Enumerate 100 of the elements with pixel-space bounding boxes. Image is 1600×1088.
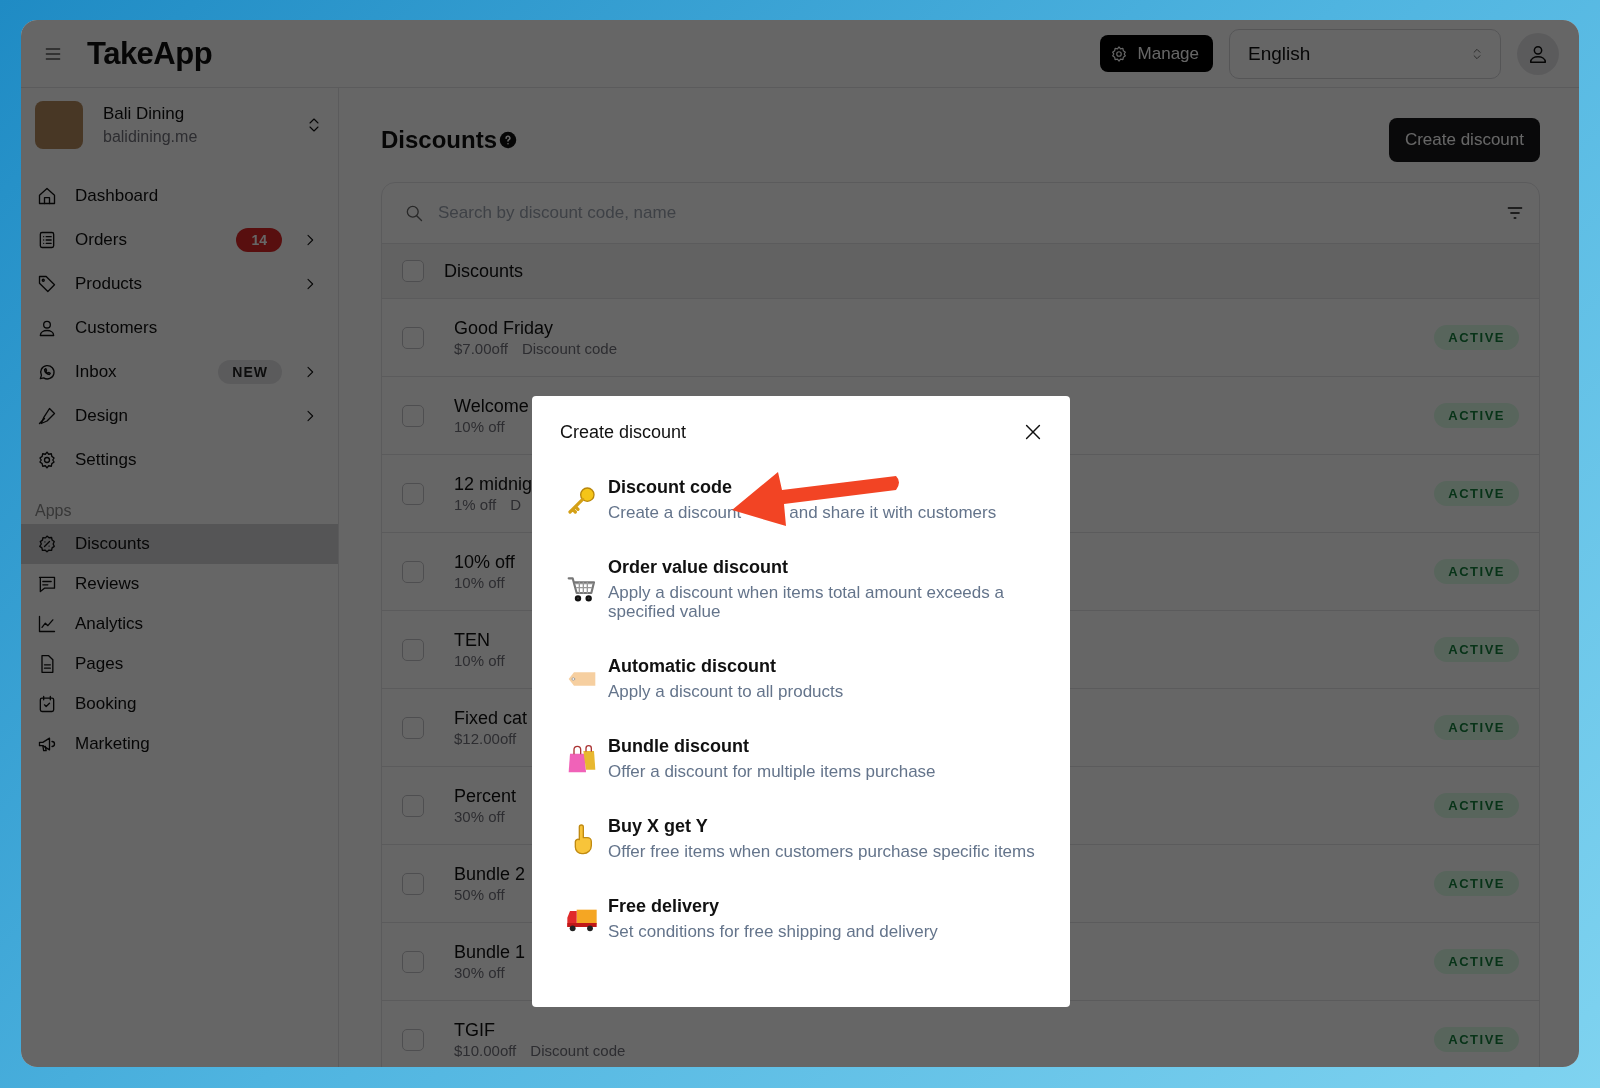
sidebar-item[interactable]: Orders 14 bbox=[21, 218, 338, 262]
new-badge: NEW bbox=[218, 360, 282, 384]
discount-option[interactable]: Order value discount Apply a discount when items total amount exceeds a specified value bbox=[560, 557, 1044, 621]
discount-amount: $12.00off bbox=[454, 730, 517, 747]
option-description: Apply a discount to all products bbox=[608, 682, 844, 701]
status-badge: ACTIVE bbox=[1434, 793, 1519, 818]
discount-type: D bbox=[510, 496, 522, 513]
option-description: and share it with customers bbox=[789, 503, 997, 522]
discount-name: 10% off bbox=[454, 552, 515, 573]
discount-amount: $7.00off bbox=[454, 340, 508, 357]
user-avatar[interactable] bbox=[1517, 32, 1559, 75]
sidebar-item[interactable]: Products bbox=[21, 262, 338, 306]
discount-option[interactable]: Buy X get Y Offer free items when customers purchase specific items bbox=[560, 816, 1044, 861]
status-badge: ACTIVE bbox=[1434, 1027, 1519, 1052]
checkbox[interactable] bbox=[402, 560, 424, 583]
discount-option[interactable]: Bundle discount Offer a discount for multiple items purchase bbox=[560, 736, 1044, 781]
discount-name: Percent bbox=[454, 786, 517, 807]
option-title: Free delivery bbox=[608, 896, 721, 917]
store-name: Bali Dining bbox=[103, 104, 186, 124]
discount-amount: 10% off bbox=[454, 574, 505, 591]
sidebar-item[interactable]: Booking bbox=[21, 684, 338, 724]
status-badge: ACTIVE bbox=[1434, 403, 1519, 428]
app-logo: TakeApp bbox=[87, 35, 213, 72]
discount-amount: 30% off bbox=[454, 808, 505, 825]
checkbox[interactable] bbox=[402, 638, 424, 661]
sidebar-item[interactable]: Inbox NEW bbox=[21, 350, 338, 394]
checkbox[interactable] bbox=[402, 716, 424, 739]
column-header: Discounts bbox=[444, 260, 524, 282]
option-title: Discount code bbox=[608, 477, 733, 498]
sidebar-item[interactable]: Marketing bbox=[21, 724, 338, 764]
discount-name: TGIF bbox=[454, 1020, 495, 1041]
discount-amount: 1% off bbox=[454, 496, 497, 513]
user-icon bbox=[37, 318, 57, 338]
option-description: Create a discount bbox=[608, 503, 742, 522]
create-discount-button[interactable]: Create discount bbox=[1388, 118, 1540, 162]
help-icon bbox=[499, 131, 517, 149]
store-switcher[interactable]: Bali Dining balidining.me bbox=[21, 88, 338, 162]
sidebar-item[interactable]: Pages bbox=[21, 644, 338, 684]
manage-button[interactable]: Manage bbox=[1099, 35, 1213, 72]
shopping-bags-icon bbox=[566, 742, 598, 775]
discount-amount: 30% off bbox=[454, 964, 505, 981]
tag-icon bbox=[37, 274, 57, 294]
checkbox[interactable] bbox=[402, 872, 424, 895]
count-badge: 14 bbox=[236, 228, 282, 252]
discount-type: Discount code bbox=[530, 1042, 626, 1059]
option-description: Apply a discount when items total amount exceeds a specified value bbox=[608, 583, 1005, 621]
option-title: Buy X get Y bbox=[608, 816, 709, 837]
checkbox[interactable] bbox=[402, 326, 424, 349]
status-badge: ACTIVE bbox=[1434, 949, 1519, 974]
option-title: Bundle discount bbox=[608, 736, 750, 757]
search-icon bbox=[404, 203, 424, 223]
discount-amount: 50% off bbox=[454, 886, 505, 903]
checkbox[interactable] bbox=[402, 482, 424, 505]
discount-type: Discount code bbox=[521, 340, 617, 357]
line-chart-icon bbox=[37, 614, 57, 634]
option-description: Offer free items when customers purchase specific items bbox=[608, 842, 1035, 861]
option-description: Set conditions for free shipping and delivery bbox=[608, 922, 938, 941]
home-icon bbox=[37, 186, 57, 206]
settings-icon bbox=[37, 450, 57, 470]
sidebar-item[interactable]: Customers bbox=[21, 306, 338, 350]
status-badge: ACTIVE bbox=[1434, 559, 1519, 584]
discount-option[interactable]: Discount code Create a discount and share it with customers bbox=[560, 477, 1044, 522]
checkbox[interactable] bbox=[402, 794, 424, 817]
option-title: Automatic discount bbox=[608, 656, 777, 677]
dialog-title: Create discount bbox=[560, 421, 687, 443]
sidebar-item[interactable]: Reviews bbox=[21, 564, 338, 604]
chat-icon bbox=[37, 362, 57, 382]
discount-name: Bundle 1 bbox=[454, 942, 526, 963]
pen-icon bbox=[37, 406, 57, 426]
discount-name: Welcome bbox=[454, 396, 529, 417]
discount-name: 12 midnig bbox=[454, 474, 533, 495]
language-select[interactable]: English bbox=[1229, 28, 1501, 79]
sidebar-item[interactable]: Design bbox=[21, 394, 338, 438]
discount-name: Fixed cat bbox=[454, 708, 528, 729]
list-icon bbox=[37, 230, 57, 250]
message-icon bbox=[37, 574, 57, 594]
store-domain: balidining.me bbox=[103, 128, 199, 146]
checkbox[interactable] bbox=[402, 1028, 424, 1051]
store-photo-placeholder bbox=[35, 101, 83, 149]
option-description: Offer a discount for multiple items purchase bbox=[608, 762, 936, 781]
status-badge: ACTIVE bbox=[1434, 481, 1519, 506]
discount-option[interactable]: Free delivery Set conditions for free shipping and delivery bbox=[560, 896, 1044, 941]
checkbox[interactable] bbox=[402, 260, 424, 282]
discount-name: Good Friday bbox=[454, 318, 554, 339]
sidebar-item[interactable]: Settings bbox=[21, 438, 338, 482]
discount-name: Bundle 2 bbox=[454, 864, 526, 885]
status-badge: ACTIVE bbox=[1434, 871, 1519, 896]
status-badge: ACTIVE bbox=[1434, 637, 1519, 662]
calendar-icon bbox=[37, 694, 57, 714]
discount-name: TEN bbox=[454, 630, 490, 651]
sidebar-item[interactable]: Analytics bbox=[21, 604, 338, 644]
page-title: Discounts bbox=[381, 126, 497, 154]
checkbox[interactable] bbox=[402, 404, 424, 427]
sidebar-item[interactable]: Discounts bbox=[21, 524, 338, 564]
status-badge: ACTIVE bbox=[1434, 715, 1519, 740]
discount-amount: $10.00off bbox=[454, 1042, 517, 1059]
percent-badge-icon bbox=[37, 534, 57, 554]
discount-option[interactable]: Automatic discount Apply a discount to all products bbox=[560, 656, 1044, 701]
sidebar-item[interactable]: Dashboard bbox=[21, 174, 338, 218]
checkbox[interactable] bbox=[402, 950, 424, 973]
